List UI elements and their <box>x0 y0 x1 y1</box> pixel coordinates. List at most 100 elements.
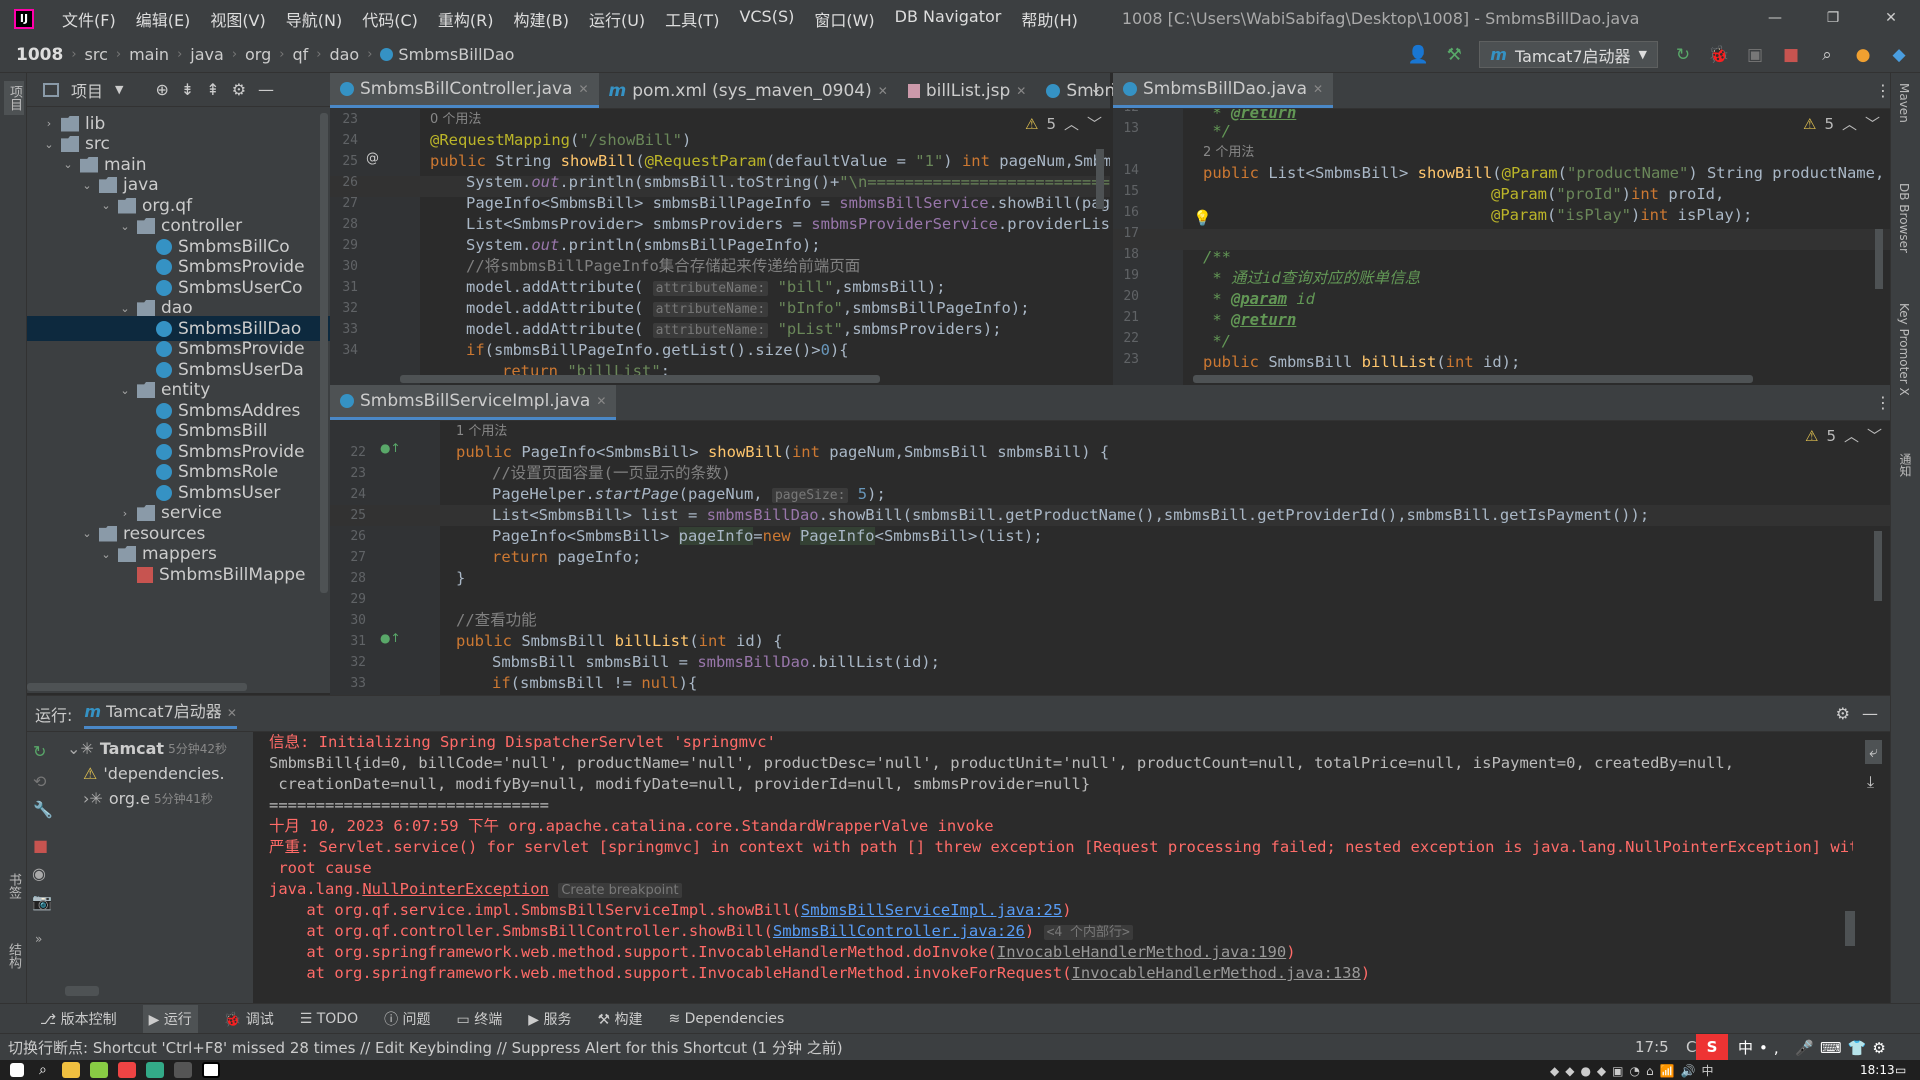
plugin-icon[interactable]: ◆ <box>1888 44 1910 66</box>
tool-window-button[interactable]: ⎇ 版本控制 <box>40 1009 117 1029</box>
implements-icon[interactable]: ●↑ <box>380 441 401 455</box>
breadcrumb-item[interactable]: src <box>85 45 108 64</box>
override-icon[interactable]: @ <box>366 151 379 166</box>
stack-trace-link[interactable]: InvocableHandlerMethod.java:190 <box>997 943 1286 961</box>
vertical-scrollbar[interactable] <box>320 113 328 593</box>
tool-window-button[interactable]: ☰ TODO <box>300 1011 358 1027</box>
chevron-up-icon[interactable]: ︿ <box>1844 425 1859 446</box>
chevron-down-icon[interactable]: ⌄ <box>98 548 114 561</box>
chevron-down-icon[interactable]: ⌄ <box>117 220 133 233</box>
chevron-down-icon[interactable]: ⌄ <box>60 158 76 171</box>
breadcrumb-item[interactable]: 1008 <box>16 45 63 65</box>
chevron-down-icon[interactable]: ⌄ <box>79 527 95 540</box>
stack-trace-link[interactable]: SmbmsBillController.java:26 <box>773 922 1025 940</box>
menu-item-5[interactable]: 重构(R) <box>428 7 504 31</box>
warning-badge[interactable]: ⚠ 5 ︿ ﹀ <box>1805 425 1882 446</box>
chevron-down-icon[interactable]: ﹀ <box>1867 425 1882 446</box>
menu-item-3[interactable]: 导航(N) <box>276 7 352 31</box>
console-output[interactable]: 信息: Initializing Spring DispatcherServle… <box>253 732 1853 1004</box>
menu-item-2[interactable]: 视图(V) <box>200 7 275 31</box>
breadcrumb-item[interactable]: SmbmsBillDao <box>398 45 514 64</box>
more-icon[interactable]: ⋮ <box>1875 81 1891 100</box>
close-tab-icon[interactable]: ✕ <box>878 84 888 98</box>
chevron-down-icon[interactable]: ⌄ <box>98 199 114 212</box>
file-explorer-icon[interactable] <box>61 1062 80 1078</box>
run-tree-item[interactable]: ⌄ ✳ Tamcat 5分钟42秒 <box>67 736 227 760</box>
breadcrumb-item[interactable]: main <box>129 45 169 64</box>
maven-tool-tab[interactable]: Maven <box>1897 83 1911 123</box>
chevron-down-icon[interactable]: ⌄ <box>67 739 80 758</box>
create-breakpoint-link[interactable]: Create breakpoint <box>558 883 682 898</box>
menu-item-10[interactable]: 窗口(W) <box>804 7 884 31</box>
search-icon[interactable]: ⌕ <box>39 1062 47 1078</box>
more-icon[interactable]: » <box>35 932 42 946</box>
menu-item-6[interactable]: 构建(B) <box>504 7 579 31</box>
project-panel-title[interactable]: 项目 <box>71 78 103 102</box>
horizontal-scrollbar[interactable] <box>65 986 99 996</box>
tool-window-button[interactable]: ▶ 运行 <box>142 1004 198 1033</box>
chevron-down-icon[interactable]: ⌄ <box>117 302 133 315</box>
collapse-all-icon[interactable]: ⇞ <box>206 80 219 99</box>
vertical-scrollbar[interactable] <box>1845 911 1855 946</box>
chevron-down-icon[interactable]: ⌄ <box>41 138 57 151</box>
soft-wrap-icon[interactable]: ⤶ <box>1865 740 1882 764</box>
user-icon[interactable]: 👤 <box>1407 44 1429 66</box>
debug-icon[interactable]: 🐞 <box>1708 44 1730 66</box>
chevron-down-icon[interactable]: ﹀ <box>1865 113 1880 134</box>
chevron-down-icon[interactable]: ﹀ <box>1087 113 1102 134</box>
warning-badge[interactable]: ⚠ 5 ︿ ﹀ <box>1025 113 1102 134</box>
breadcrumb-item[interactable]: org <box>245 45 271 64</box>
vertical-scrollbar[interactable] <box>1875 229 1883 289</box>
eye-icon[interactable]: ◉ <box>32 864 46 883</box>
internal-lines-toggle[interactable]: <4 个内部行> <box>1043 925 1133 940</box>
close-tab-icon[interactable]: ✕ <box>1016 84 1026 98</box>
windows-start-icon[interactable] <box>10 1063 24 1077</box>
bookmarks-tool-tab[interactable]: 书签 <box>4 873 23 899</box>
chevron-down-icon[interactable]: ⌄ <box>117 384 133 397</box>
run-tab[interactable]: m Tamcat7启动器 ✕ <box>84 698 237 729</box>
search-icon[interactable]: ⌕ <box>1816 44 1838 66</box>
close-icon[interactable]: ✕ <box>1862 0 1920 37</box>
chevron-right-icon[interactable]: › <box>41 117 57 130</box>
close-tab-icon[interactable]: ✕ <box>1313 82 1323 96</box>
intellij-taskbar-icon[interactable] <box>201 1062 220 1078</box>
hide-icon[interactable]: — <box>258 80 274 99</box>
scroll-to-end-icon[interactable]: ⤓ <box>1867 772 1874 792</box>
tool-window-button[interactable]: ▭ 终端 <box>457 1009 503 1029</box>
warning-badge[interactable]: ⚠ 5 ︿ ﹀ <box>1803 113 1880 134</box>
stack-trace-link[interactable]: InvocableHandlerMethod.java:138 <box>1072 964 1361 982</box>
notification-icon[interactable]: ▭ <box>1895 1063 1906 1077</box>
tool-window-button[interactable]: 🐞 调试 <box>224 1009 274 1029</box>
vertical-scrollbar[interactable] <box>1096 149 1104 209</box>
db-browser-tool-tab[interactable]: DB Browser <box>1897 183 1911 253</box>
tool-window-button[interactable]: ⚒ 构建 <box>597 1009 642 1029</box>
breadcrumb-item[interactable]: dao <box>329 45 359 64</box>
exception-link[interactable]: NullPointerException <box>362 880 549 898</box>
menu-item-7[interactable]: 运行(U) <box>579 7 655 31</box>
gear-icon[interactable]: ⚙ <box>1836 704 1850 723</box>
ime-logo-icon[interactable]: S <box>1696 1034 1728 1061</box>
menu-item-12[interactable]: 帮助(H) <box>1011 7 1088 31</box>
caret-position[interactable]: 17:5 <box>1635 1038 1669 1056</box>
chevron-down-icon[interactable]: ⌄ <box>79 179 95 192</box>
camera-icon[interactable]: 📷 <box>32 892 52 911</box>
chevron-down-icon[interactable]: ▼ <box>115 83 123 96</box>
chevron-up-icon[interactable]: ︿ <box>1064 113 1079 134</box>
editor-tab[interactable]: SmbmsBillController.java ✕ <box>330 73 599 108</box>
controller-editor[interactable]: 23 24 25 26 27 28 29 30 31 32 33 34 ⚠ 5 ︿ ﹀ 0 个用法 @Req… <box>330 109 1110 385</box>
notifications-tool-tab[interactable]: 通知 <box>1897 453 1914 477</box>
app-icon[interactable] <box>89 1062 108 1078</box>
minimize-icon[interactable]: — <box>1746 0 1804 37</box>
editor-tab[interactable]: m pom.xml (sys_maven_0904) ✕ <box>599 73 898 108</box>
hide-icon[interactable]: — <box>1862 704 1878 723</box>
horizontal-scrollbar[interactable] <box>400 375 880 383</box>
vertical-scrollbar[interactable] <box>1874 531 1882 601</box>
menu-item-1[interactable]: 编辑(E) <box>126 7 201 31</box>
clock[interactable]: 18:13 <box>1860 1063 1895 1077</box>
editor-tab[interactable]: billList.jsp ✕ <box>898 73 1037 108</box>
menu-item-11[interactable]: DB Navigator <box>885 7 1012 31</box>
ime-toolbar-icon[interactable]: 中•, 🎤⌨👕⚙ <box>1738 1037 1892 1058</box>
status-message[interactable]: 切换行断点: Shortcut 'Ctrl+F8' missed 28 time… <box>8 1037 843 1058</box>
expand-all-icon[interactable]: ⇟ <box>181 80 194 99</box>
editor-tab[interactable]: SmbmsBillServiceImpl.java ✕ <box>330 385 617 420</box>
